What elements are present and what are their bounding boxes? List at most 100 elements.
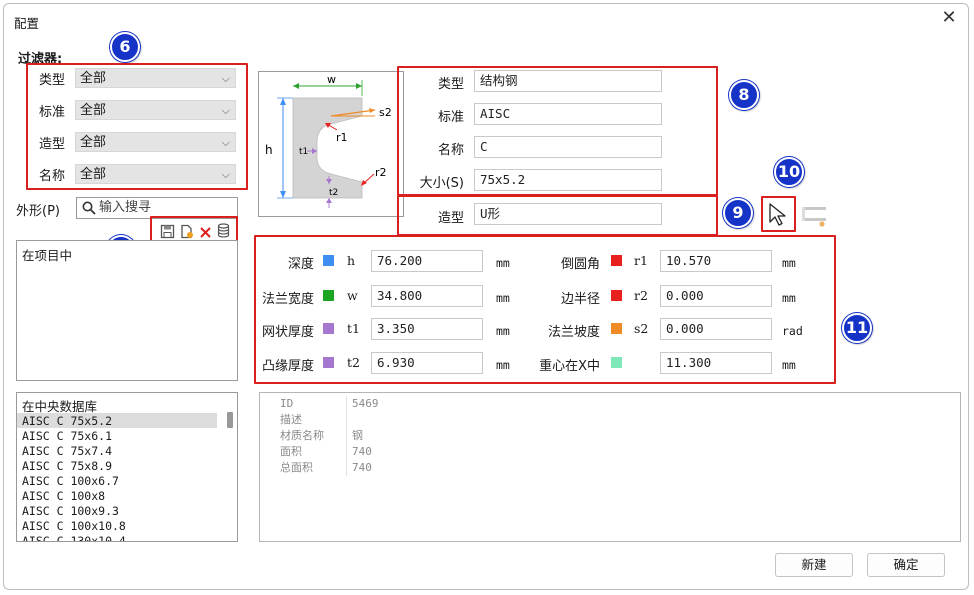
diagram-label-r2: r2 [375,166,387,179]
filter-type-select[interactable]: 全部 ⌵ [75,68,236,88]
info-value: 5469 [352,397,379,410]
profile-size-field[interactable]: 75x5.2 [474,169,662,191]
fillet-radius-unit: mm [782,256,796,270]
list-item[interactable]: AISC C 75x7.4 [22,444,126,459]
profile-name-field[interactable]: C [474,136,662,158]
profile-preview-icon [802,207,826,227]
annotation-badge-11: 11 [842,313,872,343]
info-value [352,412,379,428]
project-list-header: 在项目中 [22,248,73,263]
list-item[interactable]: AISC C 130x10.4 [22,534,126,541]
list-item[interactable]: AISC C 100x8 [22,489,126,504]
diagram-label-r1: r1 [336,131,348,144]
filter-shape-label: 造型 [39,137,66,152]
chevron-down-icon: ⌵ [221,168,230,181]
diagram-label-t2: t2 [329,188,338,198]
edge-radius-symbol: r2 [634,288,648,303]
centroid-x-color-swatch [611,357,622,368]
diagram-label-t1: t1 [299,147,308,157]
info-key: 描述 [280,413,302,426]
search-icon [82,201,96,215]
filter-standard-select[interactable]: 全部 ⌵ [75,100,236,120]
list-item[interactable]: AISC C 75x5.2 [22,414,126,429]
fillet-radius-symbol: r1 [634,253,648,268]
flange-thickness-field[interactable]: 6.930 [371,352,483,374]
window-title: 配置 [14,16,40,31]
new-file-icon[interactable] [179,224,194,239]
filter-name-select[interactable]: 全部 ⌵ [75,164,236,184]
centroid-x-field[interactable]: 11.300 [660,352,772,374]
chevron-down-icon: ⌵ [221,104,230,117]
edge-radius-label: 边半径 [560,292,600,307]
info-key: 面积 [280,445,302,458]
annotation-badge-6: 6 [110,32,140,62]
fillet-radius-color-swatch [611,255,622,266]
info-divider [346,396,347,476]
flange-width-label: 法兰宽度 [261,292,314,307]
project-list[interactable]: 在项目中 [16,240,238,381]
flange-slope-symbol: s2 [634,321,649,336]
edge-radius-unit: mm [782,291,796,305]
list-item[interactable]: AISC C 100x10.8 [22,519,126,534]
profile-type-label: 类型 [437,77,464,92]
list-item[interactable]: AISC C 100x9.3 [22,504,126,519]
filter-type-label: 类型 [39,73,66,88]
diagram-label-s2: s2 [379,106,392,119]
annotation-badge-10: 10 [774,157,804,187]
list-item[interactable]: AISC C 75x8.9 [22,459,126,474]
filter-name-value: 全部 [80,167,107,182]
flange-thickness-color-swatch [323,357,334,368]
channel-section-drawing: w h s2 r1 r2 t1 t2 [265,73,392,208]
info-keys: ID 描述 材质名称 面积 总面积 [280,396,324,476]
depth-unit: mm [496,256,510,270]
info-value: 740 [352,461,372,474]
new-button[interactable]: 新建 [775,553,853,577]
filter-name-label: 名称 [39,169,66,184]
list-item[interactable]: AISC C 100x6.7 [22,474,126,489]
depth-field[interactable]: 76.200 [371,250,483,272]
flange-slope-unit: rad [782,324,803,338]
info-key: 总面积 [280,461,313,474]
web-thickness-unit: mm [496,324,510,338]
profile-standard-field[interactable]: AISC [474,103,662,125]
save-icon[interactable] [160,224,175,239]
filter-shape-select[interactable]: 全部 ⌵ [75,132,236,152]
flange-width-unit: mm [496,291,510,305]
flange-width-field[interactable]: 34.800 [371,285,483,307]
info-key: 材质名称 [280,429,324,442]
ok-button[interactable]: 确定 [867,553,945,577]
flange-thickness-unit: mm [496,358,510,372]
info-value: 钢 [352,429,363,442]
delete-icon[interactable] [198,225,213,240]
profile-type-field[interactable]: 结构钢 [474,70,662,92]
flange-slope-label: 法兰坡度 [547,325,600,340]
web-thickness-field[interactable]: 3.350 [371,318,483,340]
info-key: ID [280,397,294,410]
list-scrollbar[interactable] [227,412,233,428]
central-db-list[interactable]: 在中央数据库 AISC C 75x5.2 AISC C 75x6.1 AISC … [16,392,238,542]
web-thickness-symbol: t1 [347,321,360,336]
chevron-down-icon: ⌵ [221,72,230,85]
depth-label: 深度 [287,257,314,272]
profile-standard-label: 标准 [437,110,464,125]
profile-name-label: 名称 [437,143,464,158]
flange-slope-field[interactable]: 0.000 [660,318,772,340]
search-placeholder: 输入搜寻 [99,200,152,215]
centroid-x-label: 重心在X中 [539,359,600,374]
db-item-list: AISC C 75x5.2 AISC C 75x6.1 AISC C 75x7.… [22,414,126,541]
profile-shape-field[interactable]: U形 [474,203,662,225]
depth-color-swatch [323,255,334,266]
flange-thickness-symbol: t2 [347,355,360,370]
info-table: ID 描述 材质名称 面积 总面积 5469 钢 740 740 [259,392,961,542]
database-icon[interactable] [216,223,231,238]
list-item[interactable]: AISC C 75x6.1 [22,429,126,444]
flange-thickness-label: 凸缘厚度 [261,359,314,374]
flange-width-symbol: w [347,288,358,303]
depth-symbol: h [347,253,356,268]
fillet-radius-field[interactable]: 10.570 [660,250,772,272]
close-icon[interactable]: ✕ [938,7,960,28]
filter-type-value: 全部 [80,71,107,86]
web-thickness-color-swatch [323,323,334,334]
pick-cursor-icon[interactable] [766,201,792,227]
edge-radius-field[interactable]: 0.000 [660,285,772,307]
